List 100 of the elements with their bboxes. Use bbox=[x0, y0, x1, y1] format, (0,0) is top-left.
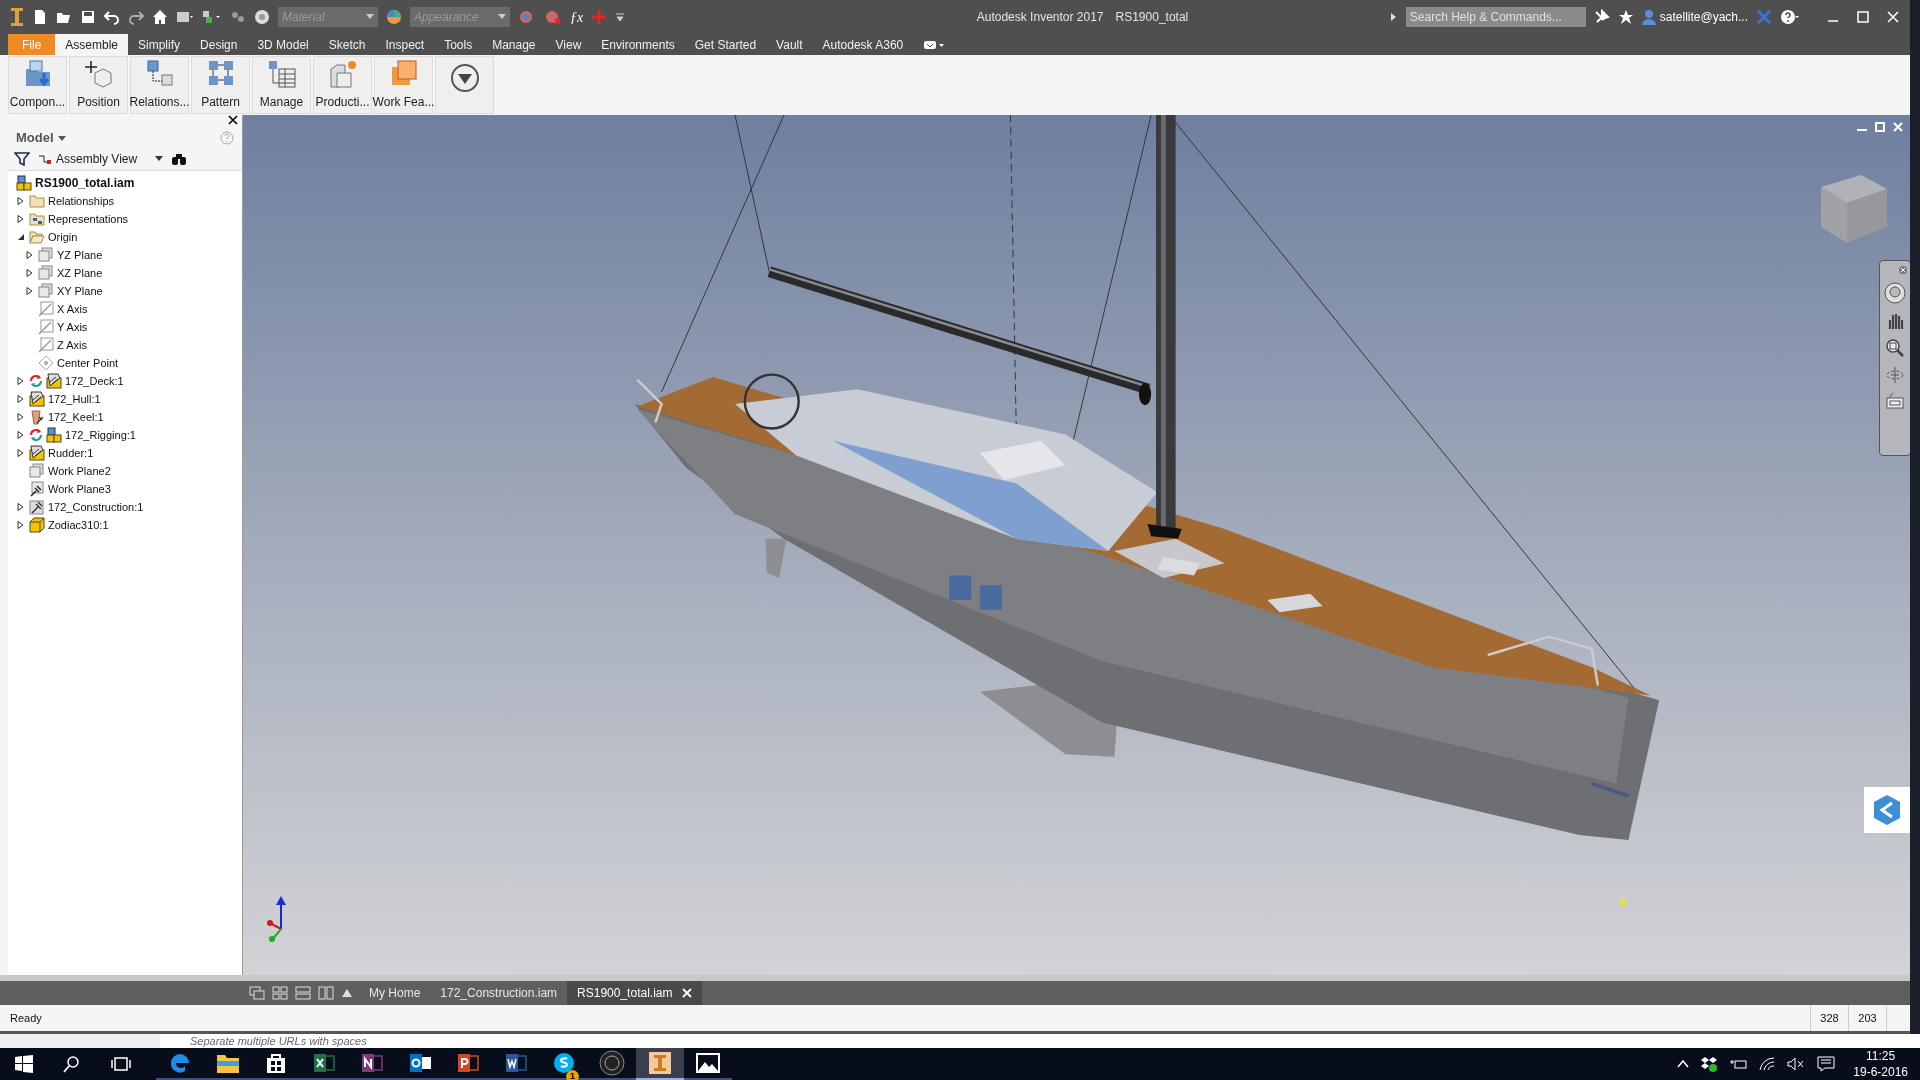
expand-arrow-icon[interactable] bbox=[16, 521, 26, 529]
ribbon-tab[interactable]: Sketch bbox=[318, 34, 376, 55]
tree-item[interactable]: 172_Rigging:1 bbox=[65, 426, 136, 444]
tree-item[interactable]: XY Plane bbox=[57, 282, 103, 300]
close-icon[interactable] bbox=[1898, 265, 1908, 275]
battery-plug-icon[interactable] bbox=[1729, 1057, 1748, 1071]
new-file-icon[interactable] bbox=[32, 9, 48, 25]
expand-arrow-icon[interactable] bbox=[16, 449, 26, 457]
zoom-icon[interactable] bbox=[1885, 338, 1905, 358]
horizontal-split-icon[interactable] bbox=[295, 986, 311, 1001]
user-account-button[interactable]: satellite@yach... bbox=[1641, 8, 1748, 26]
binoculars-icon[interactable] bbox=[171, 151, 188, 166]
cascade-windows-icon[interactable] bbox=[249, 986, 265, 1001]
help-icon[interactable] bbox=[1780, 9, 1800, 25]
customize-caret-icon[interactable] bbox=[615, 12, 626, 22]
undo-icon[interactable] bbox=[104, 9, 120, 25]
formula-button[interactable]: ƒx bbox=[570, 6, 584, 28]
tree-item[interactable]: 172_Keel:1 bbox=[48, 408, 104, 426]
ribbon-tab[interactable]: View bbox=[545, 34, 592, 55]
tree-item[interactable]: 172_Deck:1 bbox=[65, 372, 124, 390]
maximize-icon[interactable] bbox=[1856, 10, 1870, 24]
tree-item[interactable]: RS1900_total.iam bbox=[35, 174, 135, 192]
expand-arrow-icon[interactable] bbox=[25, 251, 35, 259]
expand-arrow-icon[interactable] bbox=[16, 197, 26, 205]
close-icon[interactable] bbox=[1892, 121, 1904, 133]
ribbon-tab[interactable]: 3D Model bbox=[247, 34, 319, 55]
close-icon[interactable] bbox=[682, 988, 693, 999]
expand-arrow-icon[interactable] bbox=[1389, 12, 1398, 22]
steering-wheel-icon[interactable] bbox=[1884, 282, 1906, 304]
tree-item[interactable]: X Axis bbox=[57, 300, 88, 318]
clock-date[interactable]: 19-6-2016 bbox=[1853, 1064, 1908, 1080]
tree-item[interactable]: Representations bbox=[48, 210, 129, 228]
taskbar-app-button[interactable]: 1 bbox=[540, 1048, 588, 1080]
ribbon-tab[interactable]: Design bbox=[190, 34, 248, 55]
tree-item[interactable]: 172_Construction:1 bbox=[48, 498, 144, 516]
ribbon-tab[interactable]: Inspect bbox=[375, 34, 435, 55]
tree-item[interactable]: Zodiac310:1 bbox=[48, 516, 109, 534]
notifications-icon[interactable] bbox=[1817, 1056, 1836, 1072]
search-field[interactable]: Search Help & Commands... bbox=[1405, 7, 1586, 27]
save-icon[interactable] bbox=[80, 9, 96, 25]
ribbon-button[interactable]: Work Fea... bbox=[374, 56, 433, 114]
collapse-arrow-icon[interactable] bbox=[16, 233, 26, 241]
document-tab[interactable]: My Home bbox=[359, 981, 431, 1006]
tree-item[interactable]: 172_Hull:1 bbox=[48, 390, 101, 408]
vertical-split-icon[interactable] bbox=[318, 986, 334, 1001]
tree-item[interactable]: Work Plane3 bbox=[48, 480, 111, 498]
sync-box-icon[interactable] bbox=[1701, 1056, 1718, 1072]
home-icon[interactable] bbox=[152, 9, 168, 25]
show-hidden-icons-icon[interactable] bbox=[1677, 1059, 1690, 1069]
ribbon-tab[interactable]: Simplify bbox=[128, 34, 191, 55]
ribbon-button[interactable]: Pattern bbox=[191, 56, 250, 114]
redo-icon[interactable] bbox=[128, 9, 144, 25]
ribbon-button[interactable]: Position bbox=[69, 56, 128, 114]
ribbon-button[interactable]: Compon... bbox=[8, 56, 67, 114]
tile-windows-icon[interactable] bbox=[272, 986, 288, 1001]
tree-item[interactable]: Z Axis bbox=[57, 336, 87, 354]
tree-item[interactable]: Y Axis bbox=[57, 318, 88, 336]
model-dropdown[interactable]: Model bbox=[16, 128, 66, 148]
update-arrows-icon[interactable] bbox=[29, 374, 43, 388]
expand-arrow-icon[interactable] bbox=[16, 395, 26, 403]
filter-icon[interactable] bbox=[14, 151, 30, 166]
favorites-star-icon[interactable] bbox=[1617, 9, 1634, 25]
expand-arrow-icon[interactable] bbox=[16, 215, 26, 223]
ribbon-tab[interactable]: Environments bbox=[591, 34, 685, 55]
document-tab[interactable]: 172_Construction.iam bbox=[430, 981, 568, 1006]
tree-item[interactable]: Work Plane2 bbox=[48, 462, 111, 480]
tree-item[interactable]: Relationships bbox=[48, 192, 115, 210]
expand-arrow-icon[interactable] bbox=[16, 431, 26, 439]
close-panel-icon[interactable] bbox=[228, 115, 238, 125]
tree-item[interactable]: XZ Plane bbox=[57, 264, 103, 282]
orbit-icon[interactable] bbox=[1885, 365, 1905, 385]
appearance-icon[interactable] bbox=[386, 9, 402, 25]
tree-item[interactable]: Rudder:1 bbox=[48, 444, 94, 462]
expand-arrow-icon[interactable] bbox=[25, 269, 35, 277]
expand-arrow-icon[interactable] bbox=[16, 377, 26, 385]
clock-time[interactable]: 11:25 bbox=[1866, 1048, 1896, 1064]
tree-item[interactable]: Origin bbox=[48, 228, 78, 246]
ribbon-tab[interactable]: Assemble bbox=[55, 34, 129, 55]
document-tab[interactable]: RS1900_total.iam bbox=[567, 981, 703, 1006]
expand-arrow-icon[interactable] bbox=[25, 287, 35, 295]
dropdown-caret-icon[interactable] bbox=[362, 7, 378, 27]
ribbon-tab[interactable]: Vault bbox=[766, 34, 813, 55]
wifi-icon[interactable] bbox=[1759, 1057, 1776, 1071]
tree-item[interactable]: YZ Plane bbox=[57, 246, 103, 264]
ribbon-button[interactable]: Manage bbox=[252, 56, 311, 114]
search-icon[interactable] bbox=[63, 1055, 81, 1073]
task-view-icon[interactable] bbox=[110, 1056, 132, 1072]
ribbon-tab[interactable]: Autodesk A360 bbox=[812, 34, 914, 55]
taskbar-app-button[interactable] bbox=[636, 1048, 684, 1080]
ribbon-button[interactable]: Relations... bbox=[130, 56, 189, 114]
expand-arrow-icon[interactable] bbox=[16, 413, 26, 421]
ribbon-button[interactable]: Producti... bbox=[313, 56, 372, 114]
ribbon-tab[interactable]: Tools bbox=[434, 34, 483, 55]
share-icon[interactable] bbox=[1864, 787, 1910, 833]
update-arrows-icon[interactable] bbox=[29, 428, 43, 442]
dropdown-circle-icon[interactable] bbox=[449, 63, 480, 93]
muted-speaker-icon[interactable] bbox=[1787, 1057, 1806, 1071]
dropdown-caret-icon[interactable] bbox=[494, 7, 510, 27]
expand-arrow-icon[interactable] bbox=[16, 503, 26, 511]
tab-list-arrow-icon[interactable] bbox=[341, 988, 353, 999]
